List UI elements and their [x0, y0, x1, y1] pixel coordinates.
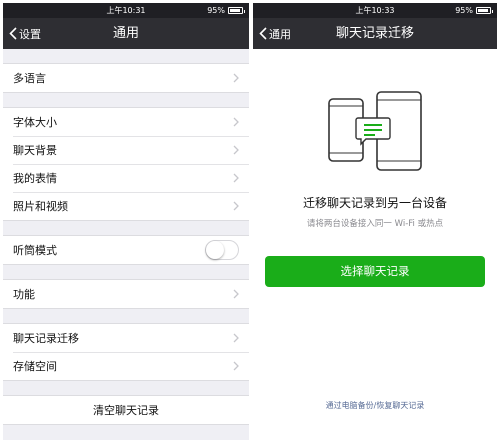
- settings-item-storage[interactable]: 存储空间: [3, 352, 249, 380]
- status-bar: 上午10:31 95%: [3, 3, 249, 18]
- settings-group-clear: 清空聊天记录: [3, 395, 249, 425]
- battery-percent: 95%: [455, 6, 473, 15]
- battery-percent: 95%: [207, 6, 225, 15]
- pc-backup-restore-link[interactable]: 通过电脑备份/恢复聊天记录: [253, 400, 497, 411]
- clear-chat-history-label: 清空聊天记录: [93, 404, 159, 417]
- settings-item-label: 字体大小: [13, 116, 57, 129]
- migration-heading: 迁移聊天记录到另一台设备: [302, 196, 447, 210]
- toggle-knob: [206, 241, 224, 259]
- screenshot-composite: 上午10:31 95% 设置 通用 多语言 字体大小 聊天背景 我的表情 照片和…: [0, 0, 500, 442]
- select-chat-history-button[interactable]: 选择聊天记录: [265, 256, 485, 287]
- chevron-right-icon: [233, 73, 239, 83]
- settings-item-label: 功能: [13, 288, 35, 301]
- settings-group-language: 多语言: [3, 63, 249, 93]
- settings-item-label: 照片和视频: [13, 200, 68, 213]
- chevron-right-icon: [233, 145, 239, 155]
- settings-group-display: 字体大小 聊天背景 我的表情 照片和视频: [3, 107, 249, 221]
- settings-group-earpiece: 听筒模式: [3, 235, 249, 265]
- settings-group-storage: 聊天记录迁移 存储空间: [3, 323, 249, 381]
- chevron-right-icon: [233, 333, 239, 343]
- general-settings-screen: 上午10:31 95% 设置 通用 多语言 字体大小 聊天背景 我的表情 照片和…: [3, 3, 249, 440]
- clear-chat-history-button[interactable]: 清空聊天记录: [3, 396, 249, 424]
- chat-migration-screen: 上午10:33 95% 通用 聊天记录迁移 迁移聊天记录到另一台设备 请将两台设…: [253, 3, 497, 440]
- chevron-right-icon: [233, 361, 239, 371]
- page-title: 聊天记录迁移: [335, 26, 414, 41]
- chevron-right-icon: [233, 289, 239, 299]
- settings-item-features[interactable]: 功能: [3, 280, 249, 308]
- phone-transfer-illustration-icon: [328, 91, 422, 171]
- chevron-right-icon: [233, 173, 239, 183]
- page-title: 通用: [112, 26, 139, 41]
- chevron-right-icon: [233, 201, 239, 211]
- settings-item-label: 听筒模式: [13, 244, 57, 257]
- settings-group-features: 功能: [3, 279, 249, 309]
- settings-item-earpiece-mode: 听筒模式: [3, 236, 249, 264]
- settings-item-photos-videos[interactable]: 照片和视频: [3, 192, 249, 220]
- settings-item-language[interactable]: 多语言: [3, 64, 249, 92]
- settings-item-label: 聊天记录迁移: [13, 332, 79, 345]
- settings-item-label: 多语言: [13, 72, 46, 85]
- settings-item-chat-background[interactable]: 聊天背景: [3, 136, 249, 164]
- settings-item-label: 存储空间: [13, 360, 57, 373]
- settings-item-my-stickers[interactable]: 我的表情: [3, 164, 249, 192]
- battery-indicator: 95%: [455, 3, 493, 18]
- settings-item-label: 聊天背景: [13, 144, 57, 157]
- migration-instruction: 请将两台设备接入同一 Wi-Fi 或热点: [306, 219, 444, 229]
- navigation-bar: 通用 聊天记录迁移: [253, 18, 497, 49]
- settings-item-font-size[interactable]: 字体大小: [3, 108, 249, 136]
- chevron-right-icon: [233, 117, 239, 127]
- battery-icon: [228, 7, 245, 14]
- settings-item-chat-migration[interactable]: 聊天记录迁移: [3, 324, 249, 352]
- battery-indicator: 95%: [207, 3, 245, 18]
- earpiece-mode-toggle[interactable]: [205, 240, 239, 260]
- navigation-bar: 设置 通用: [3, 18, 249, 49]
- battery-icon: [476, 7, 493, 14]
- status-bar: 上午10:33 95%: [253, 3, 497, 18]
- settings-item-label: 我的表情: [13, 172, 57, 185]
